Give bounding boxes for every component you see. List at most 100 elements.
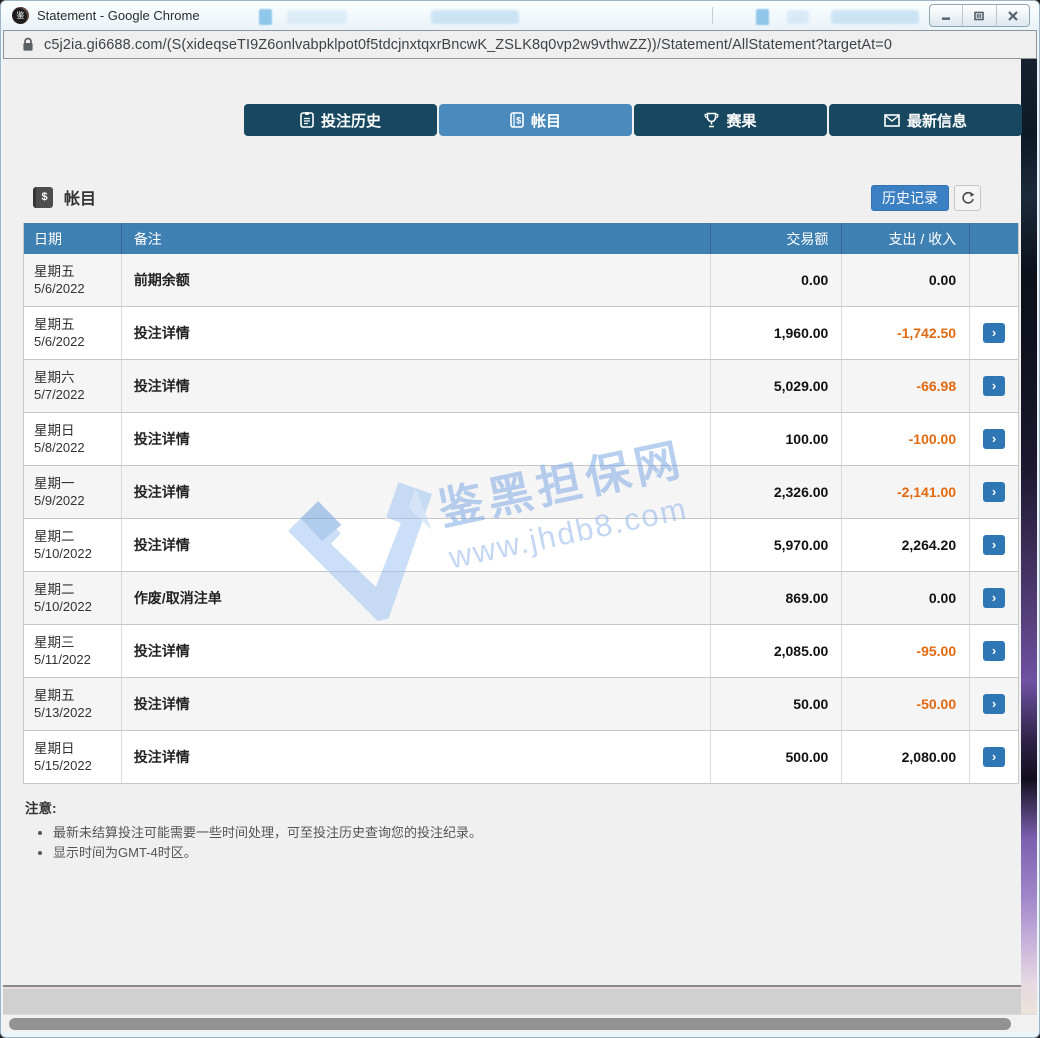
tab-results[interactable]: 赛果: [634, 104, 827, 136]
col-header-net: 支出 / 收入: [842, 223, 970, 254]
notes-title: 注意:: [25, 797, 482, 817]
statement-table: 日期 备注 交易额 支出 / 收入 星期五 5/6/2022 前期余额 0.00…: [23, 223, 1019, 784]
row-note: 投注详情: [134, 747, 190, 767]
col-header-action: [970, 223, 1018, 254]
row-note: 投注详情: [134, 694, 190, 714]
site-favicon: 鉴: [12, 7, 29, 24]
row-amount: 5,970.00: [774, 537, 829, 553]
ledger-icon: $: [33, 187, 53, 208]
row-detail-button[interactable]: ›: [983, 429, 1005, 449]
refresh-button[interactable]: [954, 185, 981, 211]
row-net: 0.00: [929, 590, 956, 606]
tab-label: 帐目: [531, 110, 561, 131]
table-row: 星期五 5/6/2022 投注详情 1,960.00 -1,742.50 ›: [24, 307, 1018, 360]
row-detail-button[interactable]: ›: [983, 376, 1005, 396]
ghost-divider: [712, 7, 713, 24]
table-header: 日期 备注 交易额 支出 / 收入: [24, 223, 1018, 254]
message-icon: [884, 114, 900, 127]
row-note: 投注详情: [134, 482, 190, 502]
row-detail-button[interactable]: ›: [983, 535, 1005, 555]
svg-text:$: $: [516, 116, 521, 126]
address-bar[interactable]: c5j2ia.gi6688.com/(S(xideqseTI9Z6onlvabp…: [3, 30, 1037, 59]
row-date: 5/11/2022: [34, 651, 91, 668]
row-weekday: 星期日: [34, 422, 85, 439]
tab-account[interactable]: $ 帐目: [439, 104, 632, 136]
row-amount: 1,960.00: [774, 325, 829, 341]
row-net: -66.98: [916, 378, 956, 394]
row-weekday: 星期一: [34, 475, 85, 492]
row-detail-button[interactable]: ›: [983, 482, 1005, 502]
tab-label: 最新信息: [907, 110, 967, 131]
titlebar: 鉴 Statement - Google Chrome: [1, 1, 1039, 30]
row-date: 5/6/2022: [34, 280, 85, 297]
row-weekday: 星期二: [34, 528, 92, 545]
page-viewport: 投注历史 $ 帐目 赛果 最新信息 $ 帐目: [3, 59, 1037, 1032]
table-row: 星期五 5/13/2022 投注详情 50.00 -50.00 ›: [24, 678, 1018, 731]
horizontal-scrollbar[interactable]: [3, 1014, 1037, 1032]
ghost-tab-title: [787, 10, 809, 24]
minimize-button[interactable]: [930, 5, 962, 26]
history-record-button[interactable]: 历史记录: [871, 185, 949, 211]
notes-section: 注意: 最新未结算投注可能需要一些时间处理，可至投注历史查询您的投注纪录。 显示…: [25, 797, 482, 863]
tab-label: 投注历史: [321, 110, 381, 131]
row-amount: 50.00: [793, 696, 828, 712]
row-detail-button[interactable]: ›: [983, 747, 1005, 767]
table-row: 星期六 5/7/2022 投注详情 5,029.00 -66.98 ›: [24, 360, 1018, 413]
row-net: 2,264.20: [902, 537, 957, 553]
row-amount: 0.00: [801, 272, 828, 288]
ghost-tab-title: [431, 10, 519, 24]
table-row: 星期三 5/11/2022 投注详情 2,085.00 -95.00 ›: [24, 625, 1018, 678]
table-row: 星期日 5/15/2022 投注详情 500.00 2,080.00 ›: [24, 731, 1018, 784]
scrollbar-thumb[interactable]: [9, 1018, 1011, 1030]
close-button[interactable]: [996, 5, 1029, 26]
row-weekday: 星期三: [34, 634, 91, 651]
row-amount: 869.00: [786, 590, 829, 606]
url-text: c5j2ia.gi6688.com/(S(xideqseTI9Z6onlvabp…: [44, 37, 892, 53]
tab-bet-history[interactable]: 投注历史: [244, 104, 437, 136]
row-note: 投注详情: [134, 323, 190, 343]
results-icon: [704, 112, 719, 128]
row-weekday: 星期日: [34, 740, 92, 757]
restore-icon: [973, 10, 985, 22]
page-content: 投注历史 $ 帐目 赛果 最新信息 $ 帐目: [3, 59, 1021, 987]
tab-latest-news[interactable]: 最新信息: [829, 104, 1022, 136]
restore-button[interactable]: [962, 5, 995, 26]
table-row: 星期日 5/8/2022 投注详情 100.00 -100.00 ›: [24, 413, 1018, 466]
table-row: 星期二 5/10/2022 投注详情 5,970.00 2,264.20 ›: [24, 519, 1018, 572]
col-header-note: 备注: [122, 223, 711, 254]
col-header-date: 日期: [24, 223, 122, 254]
close-icon: [1007, 10, 1019, 22]
row-detail-button[interactable]: ›: [983, 588, 1005, 608]
row-note: 投注详情: [134, 429, 190, 449]
row-date: 5/9/2022: [34, 492, 85, 509]
row-net: -2,141.00: [897, 484, 956, 500]
row-date: 5/13/2022: [34, 704, 92, 721]
row-date: 5/15/2022: [34, 757, 92, 774]
row-weekday: 星期五: [34, 263, 85, 280]
table-row: 星期一 5/9/2022 投注详情 2,326.00 -2,141.00 ›: [24, 466, 1018, 519]
row-note: 投注详情: [134, 535, 190, 555]
row-net: -50.00: [916, 696, 956, 712]
ghost-tab-icon: [756, 9, 769, 25]
table-body: 星期五 5/6/2022 前期余额 0.00 0.00 › 星期五 5/6/20…: [24, 254, 1018, 784]
ghost-tab-title: [287, 10, 347, 24]
bet-history-icon: [300, 112, 314, 128]
row-date: 5/10/2022: [34, 545, 92, 562]
nav-tabs: 投注历史 $ 帐目 赛果 最新信息: [244, 104, 1022, 136]
note-item: 显示时间为GMT-4时区。: [53, 843, 482, 863]
refresh-icon: [961, 191, 975, 205]
row-weekday: 星期二: [34, 581, 92, 598]
window-controls: [929, 4, 1030, 27]
row-net: 0.00: [929, 272, 956, 288]
row-net: -1,742.50: [897, 325, 956, 341]
window-title: Statement - Google Chrome: [37, 8, 200, 23]
row-detail-button[interactable]: ›: [983, 694, 1005, 714]
row-detail-button[interactable]: ›: [983, 323, 1005, 343]
row-date: 5/7/2022: [34, 386, 85, 403]
tab-label: 赛果: [726, 110, 756, 131]
row-detail-button[interactable]: ›: [983, 641, 1005, 661]
section-title: 帐目: [64, 185, 96, 209]
row-amount: 2,085.00: [774, 643, 829, 659]
ghost-tab-icon: [259, 9, 272, 25]
row-weekday: 星期五: [34, 316, 85, 333]
